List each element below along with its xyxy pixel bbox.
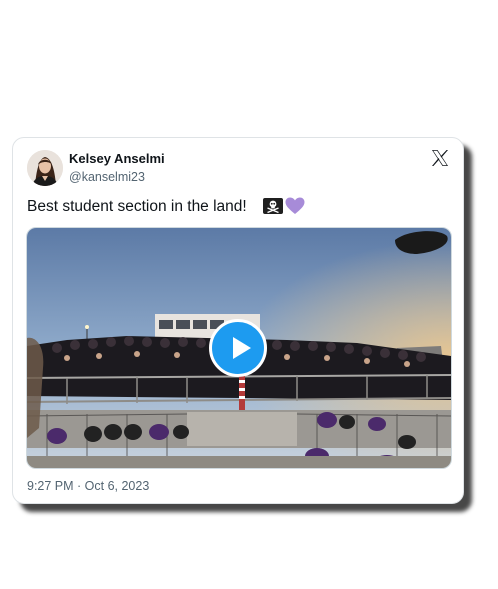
play-button[interactable] [209,319,267,377]
pirate-flag-emoji [263,197,283,215]
profile-photo-icon [27,150,63,186]
play-icon [233,337,251,359]
video-player[interactable] [26,227,452,469]
tweet-text: Best student section in the land! [27,198,247,215]
purple-heart-emoji [285,197,305,215]
author-handle[interactable]: @kanselmi23 [69,170,145,184]
author-display-name[interactable]: Kelsey Anselmi [69,151,165,166]
tweet-timestamp[interactable]: 9:27 PM · Oct 6, 2023 [27,479,149,493]
tweet-card[interactable]: Kelsey Anselmi @kanselmi23 Best student … [12,137,464,504]
avatar[interactable] [27,150,63,186]
x-logo-icon[interactable] [431,149,449,167]
